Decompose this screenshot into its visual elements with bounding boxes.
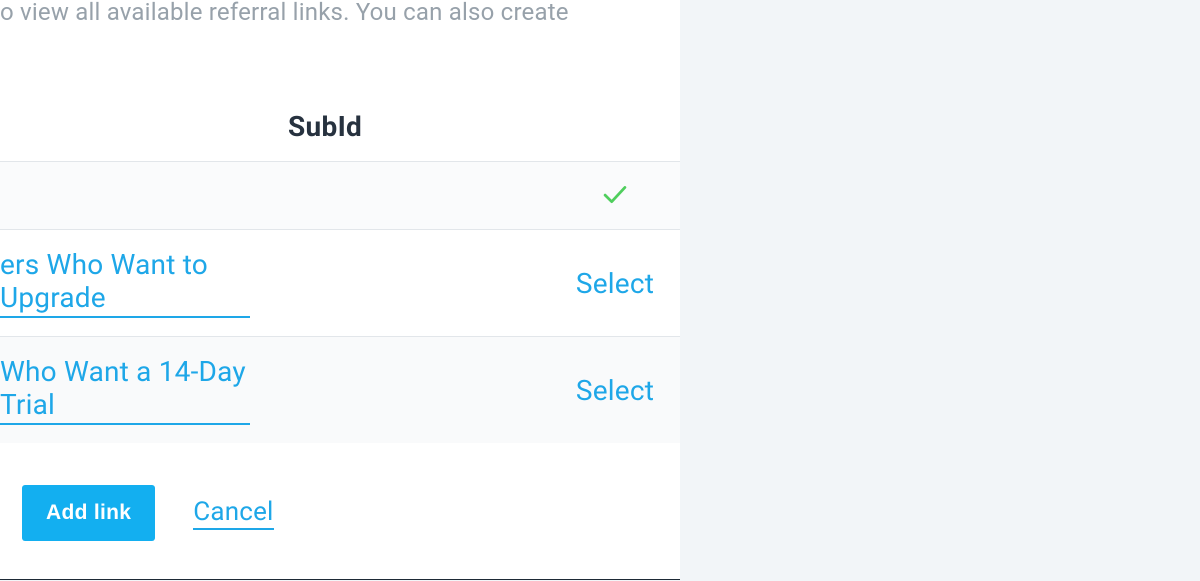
actions-bar: Add link Cancel bbox=[0, 485, 680, 541]
row-name-cell: ers Who Want to Upgrade bbox=[0, 230, 250, 336]
links-table: SubId ers Who Want to Upgrade Select bbox=[0, 110, 680, 443]
row-name-cell: Who Want a 14-Day Trial bbox=[0, 337, 250, 443]
table-header-row: SubId bbox=[0, 110, 680, 161]
table-row: ers Who Want to Upgrade Select bbox=[0, 229, 680, 336]
table-row bbox=[0, 161, 680, 229]
col-subid-header: SubId bbox=[250, 110, 550, 143]
referral-link-name[interactable]: Who Want a 14-Day Trial bbox=[0, 355, 250, 425]
row-name-cell bbox=[0, 178, 250, 214]
check-icon bbox=[601, 183, 629, 205]
cancel-button[interactable]: Cancel bbox=[193, 497, 273, 530]
row-action-cell: Select bbox=[550, 374, 680, 407]
add-link-button[interactable]: Add link bbox=[22, 485, 155, 541]
row-action-cell bbox=[550, 183, 680, 209]
description-text: o view all available referral links. You… bbox=[0, 0, 569, 26]
table-row: Who Want a 14-Day Trial Select bbox=[0, 336, 680, 443]
row-action-cell: Select bbox=[550, 267, 680, 300]
select-button[interactable]: Select bbox=[576, 374, 654, 407]
select-button[interactable]: Select bbox=[576, 267, 654, 300]
subid-header-label: SubId bbox=[288, 110, 362, 143]
referral-link-name[interactable]: ers Who Want to Upgrade bbox=[0, 248, 250, 318]
referral-links-panel: o view all available referral links. You… bbox=[0, 0, 680, 580]
panel-description: o view all available referral links. You… bbox=[0, 0, 680, 26]
